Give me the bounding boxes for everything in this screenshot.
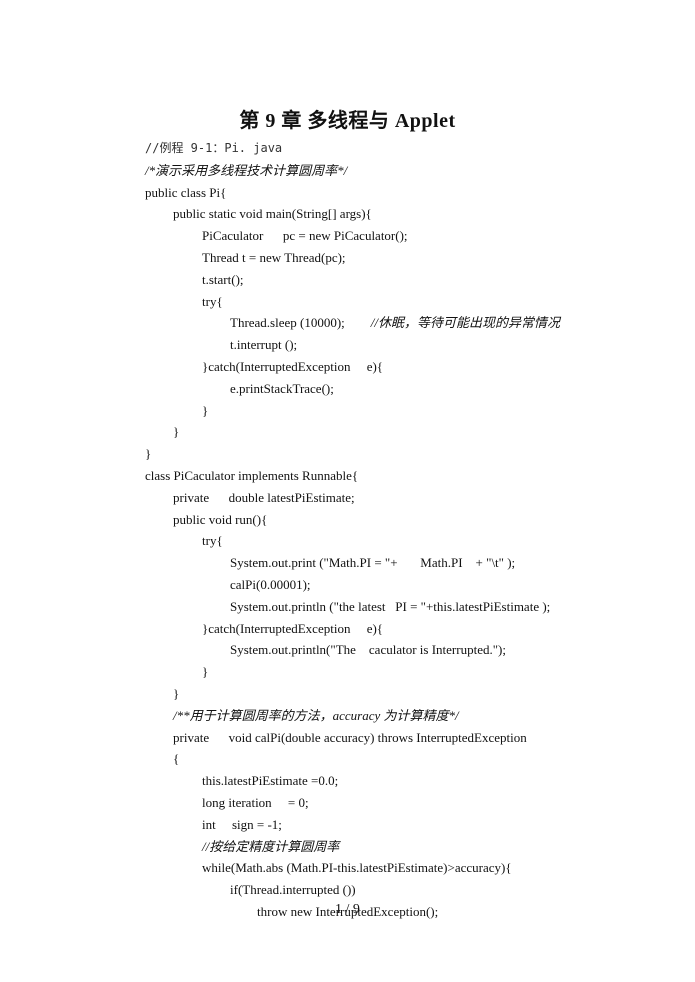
code-text: } [173, 685, 180, 701]
code-line: this.latestPiEstimate =0.0; [145, 770, 585, 792]
code-text: public void run(){ [173, 511, 268, 527]
code-text: /**用于计算圆周率的方法，accuracy 为计算精度*/ [173, 707, 459, 723]
code-text: private void calPi(double accuracy) thro… [173, 729, 527, 745]
code-line: } [145, 421, 585, 443]
code-line: System.out.print ("Math.PI = "+ Math.PI … [145, 552, 585, 574]
code-text: if(Thread.interrupted ()) [230, 882, 356, 898]
code-text: Thread.sleep (10000); [230, 315, 345, 331]
code-line: t.start(); [145, 269, 585, 291]
code-line: //例程 9-1：Pi. java [145, 138, 585, 160]
code-text: } [145, 446, 152, 462]
code-text: this.latestPiEstimate =0.0; [202, 773, 339, 789]
code-text: t.start(); [202, 271, 244, 287]
code-text: t.interrupt (); [230, 337, 298, 353]
code-text: } [202, 402, 209, 418]
code-line: }catch(InterruptedException e){ [145, 618, 585, 640]
code-line: e.printStackTrace(); [145, 378, 585, 400]
code-text: //例程 9-1：Pi. java [145, 141, 283, 155]
page-number: 1 / 9 [335, 902, 360, 917]
code-line: if(Thread.interrupted ()) [145, 879, 585, 901]
inline-comment: //休眠，等待可能出现的异常情况 [370, 315, 561, 331]
code-line: public void run(){ [145, 509, 585, 531]
code-line: while(Math.abs (Math.PI-this.latestPiEst… [145, 857, 585, 879]
code-line: public class Pi{ [145, 182, 585, 204]
code-line: PiCaculator pc = new PiCaculator(); [145, 225, 585, 247]
code-text: public static void main(String[] args){ [173, 206, 372, 222]
code-text: { [173, 751, 180, 767]
code-text: }catch(InterruptedException e){ [202, 620, 384, 636]
code-line: long iteration = 0; [145, 792, 585, 814]
code-line: int sign = -1; [145, 814, 585, 836]
code-text: //按给定精度计算圆周率 [202, 838, 340, 854]
code-line: Thread t = new Thread(pc); [145, 247, 585, 269]
code-listing: //例程 9-1：Pi. java /*演示采用多线程技术计算圆周率*/ publi… [145, 138, 585, 923]
code-line: }catch(InterruptedException e){ [145, 356, 585, 378]
code-text: e.printStackTrace(); [230, 380, 334, 396]
code-line: { [145, 748, 585, 770]
code-text: while(Math.abs (Math.PI-this.latestPiEst… [202, 860, 512, 876]
code-comment-line: /*演示采用多线程技术计算圆周率*/ [145, 160, 585, 182]
code-line: } [145, 661, 585, 683]
code-line: public static void main(String[] args){ [145, 203, 585, 225]
code-text: try{ [202, 293, 223, 309]
code-line: } [145, 683, 585, 705]
code-text: /*演示采用多线程技术计算圆周率*/ [145, 162, 348, 178]
code-text: System.out.print ("Math.PI = "+ Math.PI … [230, 555, 516, 571]
code-line: t.interrupt (); [145, 334, 585, 356]
code-text: } [173, 424, 180, 440]
code-line: try{ [145, 291, 585, 313]
code-text: System.out.println("The caculator is Int… [230, 642, 506, 658]
code-text: System.out.println ("the latest PI = "+t… [230, 598, 551, 614]
code-text: try{ [202, 533, 223, 549]
code-text: private double latestPiEstimate; [173, 489, 355, 505]
code-text: int sign = -1; [202, 816, 282, 832]
code-text: class PiCaculator implements Runnable{ [145, 467, 359, 483]
code-text: PiCaculator pc = new PiCaculator(); [202, 228, 408, 244]
code-line: } [145, 443, 585, 465]
chapter-title: 第 9 章 多线程与 Applet [239, 110, 456, 132]
code-line: Thread.sleep (10000); //休眠，等待可能出现的异常情况 [145, 312, 585, 334]
code-text: Thread t = new Thread(pc); [202, 249, 346, 265]
code-comment-line: /**用于计算圆周率的方法，accuracy 为计算精度*/ [145, 705, 585, 727]
code-line: System.out.println("The caculator is Int… [145, 639, 585, 661]
code-text: calPi(0.00001); [230, 576, 311, 592]
code-line: System.out.println ("the latest PI = "+t… [145, 596, 585, 618]
code-line: private double latestPiEstimate; [145, 487, 585, 509]
code-text: public class Pi{ [145, 184, 227, 200]
code-text: long iteration = 0; [202, 794, 309, 810]
code-line: private void calPi(double accuracy) thro… [145, 727, 585, 749]
code-line: try{ [145, 530, 585, 552]
code-text: } [202, 664, 209, 680]
code-line: class PiCaculator implements Runnable{ [145, 465, 585, 487]
code-line: } [145, 400, 585, 422]
code-text: }catch(InterruptedException e){ [202, 358, 384, 374]
code-comment-line: //按给定精度计算圆周率 [145, 836, 585, 858]
code-line: calPi(0.00001); [145, 574, 585, 596]
